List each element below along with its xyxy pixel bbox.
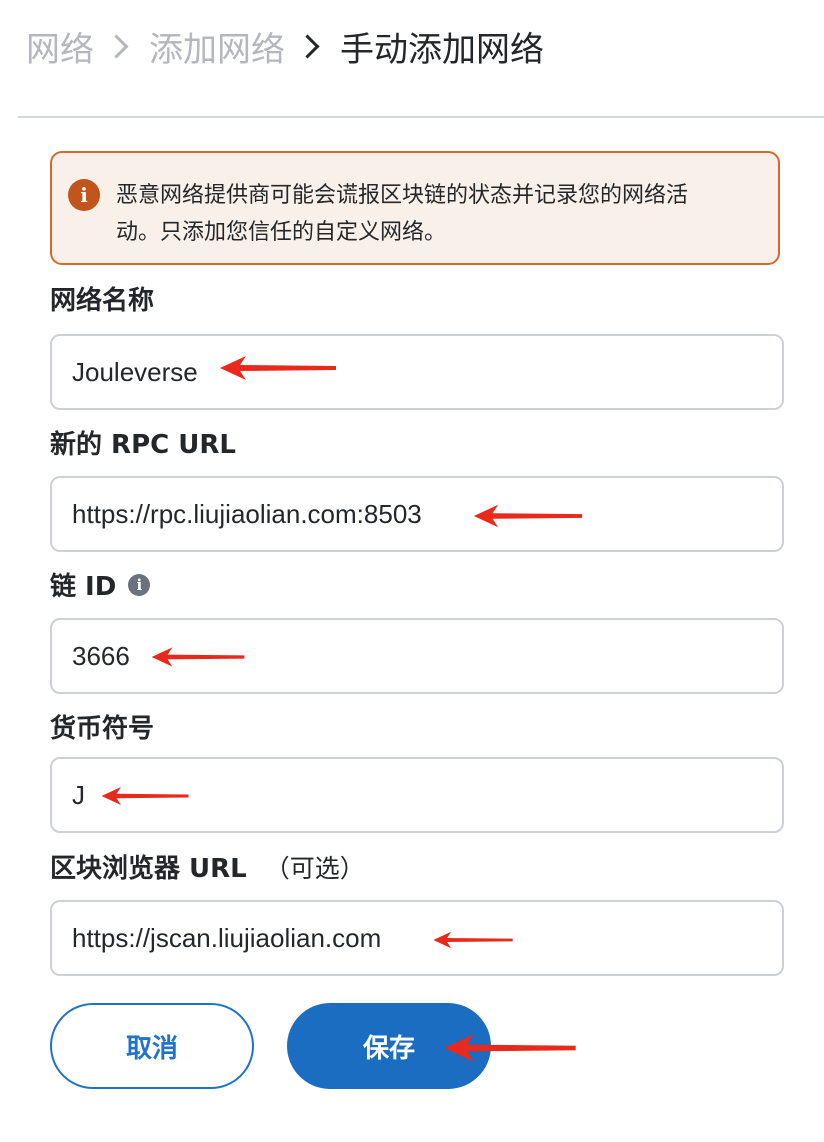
page-title: 手动添加网络 bbox=[340, 29, 544, 70]
chain-id-label-text: 链 ID bbox=[50, 572, 117, 602]
currency-symbol-label: 货币符号 bbox=[50, 708, 154, 745]
explorer-url-label-text: 区块浏览器 URL bbox=[50, 854, 247, 884]
network-name-label: 网络名称 bbox=[50, 280, 154, 317]
warning-text: 恶意网络提供商可能会谎报区块链的状态并记录您的网络活 动。只添加您信任的自定义网… bbox=[116, 177, 766, 251]
explorer-url-label: 区块浏览器 URL （可选） bbox=[50, 848, 365, 885]
rpc-url-input[interactable]: https://rpc.liujiaolian.com:8503 bbox=[50, 476, 784, 552]
breadcrumb-add-network[interactable]: 添加网络 bbox=[149, 22, 285, 71]
annotation-arrow-icon bbox=[473, 504, 583, 528]
network-name-value: Jouleverse bbox=[72, 356, 198, 387]
warning-banner: i 恶意网络提供商可能会谎报区块链的状态并记录您的网络活 动。只添加您信任的自定… bbox=[50, 151, 780, 265]
breadcrumb: 网络 添加网络 手动添加网络 bbox=[26, 22, 544, 71]
annotation-arrow-icon bbox=[101, 787, 189, 805]
chain-id-label: 链 ID i bbox=[50, 566, 151, 603]
rpc-url-label-text: 新的 RPC URL bbox=[50, 430, 236, 460]
rpc-url-label: 新的 RPC URL bbox=[50, 424, 236, 461]
optional-hint: （可选） bbox=[264, 853, 365, 883]
add-network-page: 网络 添加网络 手动添加网络 i 恶意网络提供商可能会谎报区块链的状态并记录您的… bbox=[0, 0, 824, 1142]
breadcrumb-networks[interactable]: 网络 bbox=[26, 22, 94, 71]
chain-id-value: 3666 bbox=[72, 640, 130, 671]
warning-text-line-2: 动。只添加您信任的自定义网络。 bbox=[116, 220, 447, 245]
currency-symbol-value: J bbox=[72, 779, 85, 810]
network-name-label-text: 网络名称 bbox=[50, 286, 155, 316]
annotation-arrow-icon bbox=[151, 647, 245, 667]
network-name-input[interactable]: Jouleverse bbox=[50, 334, 784, 410]
info-circle-icon: i bbox=[68, 179, 100, 211]
cancel-button[interactable]: 取消 bbox=[50, 1003, 254, 1089]
annotation-arrow-icon bbox=[220, 356, 336, 380]
explorer-url-value: https://jscan.liujiaolian.com bbox=[72, 922, 382, 953]
annotation-arrow-icon bbox=[444, 1034, 576, 1062]
chevron-right-icon bbox=[295, 33, 320, 59]
rpc-url-value: https://rpc.liujiaolian.com:8503 bbox=[72, 498, 422, 529]
annotation-arrow-icon bbox=[433, 931, 513, 949]
info-icon[interactable]: i bbox=[128, 573, 151, 596]
explorer-url-input[interactable]: https://jscan.liujiaolian.com bbox=[50, 900, 784, 976]
currency-symbol-label-text: 货币符号 bbox=[50, 714, 155, 744]
chevron-right-icon bbox=[104, 33, 129, 59]
warning-text-line-1: 恶意网络提供商可能会谎报区块链的状态并记录您的网络活 bbox=[116, 183, 689, 208]
header-divider bbox=[18, 116, 824, 118]
